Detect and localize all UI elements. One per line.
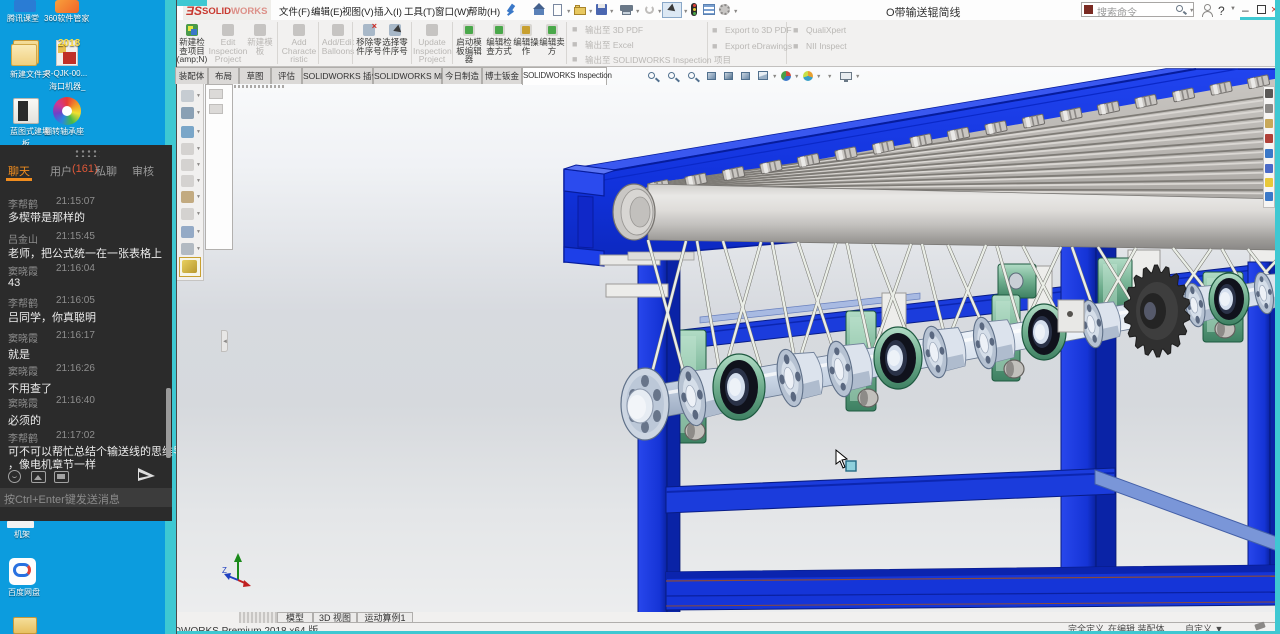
svg-text:Z: Z bbox=[222, 566, 227, 575]
